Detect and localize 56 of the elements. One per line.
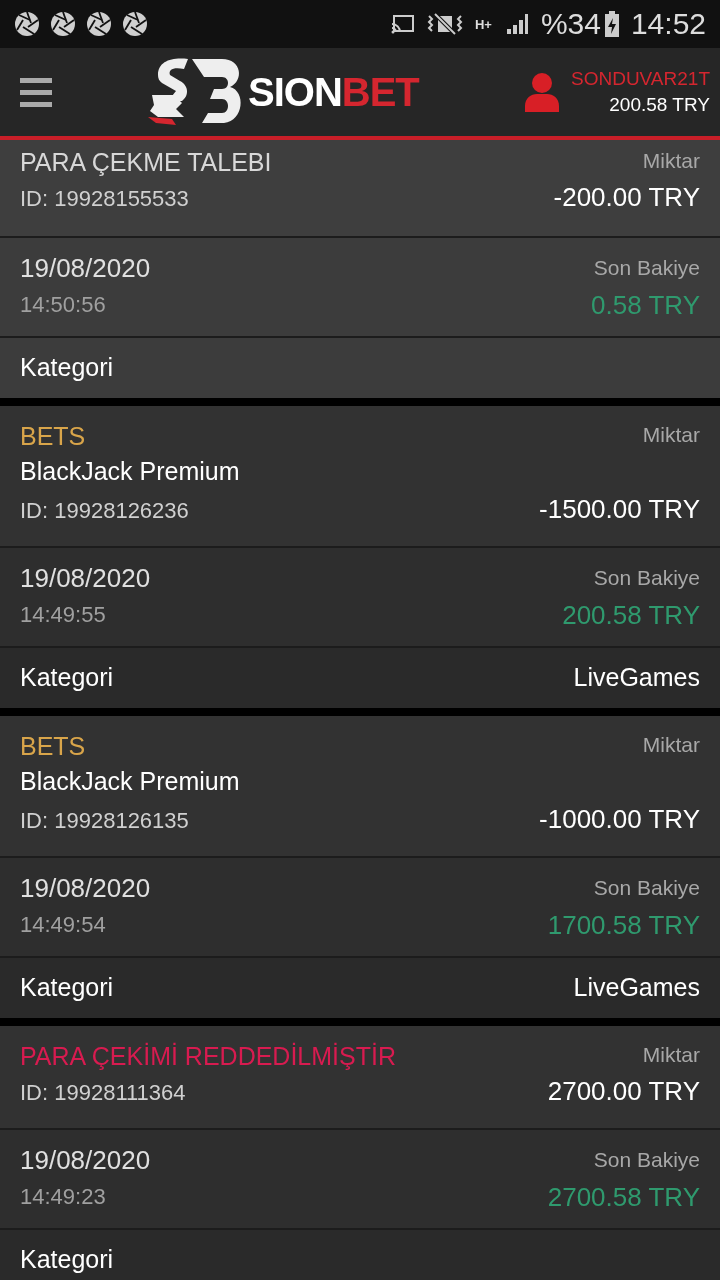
transaction-id: ID: 19928155533 (20, 185, 190, 213)
amount: 2700.00 TRY (547, 1075, 700, 1108)
transaction-type: PARA ÇEKİMİ REDDEDİLMİŞTİR (20, 1041, 396, 1072)
aperture-icon (50, 11, 76, 37)
amount-label: Miktar (642, 422, 700, 448)
username: SONDUVAR21T (571, 67, 710, 91)
date: 19/08/2020 (20, 562, 151, 595)
battery-charging-icon (604, 11, 619, 37)
balance-label: Son Bakiye (593, 875, 700, 901)
logo: SIONBET (248, 72, 419, 112)
menu-icon[interactable] (20, 76, 52, 108)
transaction-id: ID: 19928111364 (20, 1079, 187, 1107)
balance-after: 1700.58 TRY (547, 909, 700, 942)
time: 14:49:55 (20, 601, 107, 629)
category: LiveGames (573, 662, 700, 694)
category-label: Kategori (20, 352, 114, 384)
transaction-type: BETS (20, 421, 87, 452)
balance-after: 0.58 TRY (591, 289, 700, 322)
date: 19/08/2020 (20, 872, 151, 905)
network-type: H+ (474, 17, 493, 31)
balance-after: 2700.58 TRY (547, 1181, 700, 1214)
transaction-id: ID: 19928126135 (20, 807, 190, 835)
time: 14:49:23 (20, 1183, 107, 1211)
transaction-id: ID: 19928126236 (20, 497, 190, 525)
date: 19/08/2020 (20, 252, 151, 285)
game-name: BlackJack Premium (20, 766, 240, 797)
time: 14:49:54 (20, 911, 107, 939)
amount: -200.00 TRY (553, 181, 700, 214)
category-label: Kategori (20, 1244, 114, 1276)
account-balance: 200.58 TRY (609, 93, 710, 117)
amount-label: Miktar (642, 732, 700, 758)
cast-icon (390, 14, 415, 34)
balance-label: Son Bakiye (593, 565, 700, 591)
aperture-icon (14, 11, 40, 37)
amount: -1500.00 TRY (539, 493, 700, 526)
battery-percent: %34 (540, 9, 601, 39)
transaction-type: PARA ÇEKME TALEBI (20, 147, 272, 178)
amount-label: Miktar (642, 148, 700, 174)
time: 14:50:56 (20, 291, 107, 319)
amount-label: Miktar (642, 1042, 700, 1068)
balance-label: Son Bakiye (593, 255, 700, 281)
category: LiveGames (573, 972, 700, 1004)
balance-after: 200.58 TRY (562, 599, 700, 632)
category-label: Kategori (20, 662, 114, 694)
amount: -1000.00 TRY (539, 803, 700, 836)
aperture-icon (122, 11, 148, 37)
user-icon[interactable] (525, 72, 559, 112)
date: 19/08/2020 (20, 1144, 151, 1177)
category-label: Kategori (20, 972, 114, 1004)
game-name: BlackJack Premium (20, 456, 240, 487)
aperture-icon (86, 11, 112, 37)
balance-label: Son Bakiye (593, 1147, 700, 1173)
transaction-type: BETS (20, 731, 87, 762)
clock: 14:52 (630, 9, 706, 39)
vibrate-off-icon (426, 12, 463, 36)
signal-icon (504, 12, 529, 36)
